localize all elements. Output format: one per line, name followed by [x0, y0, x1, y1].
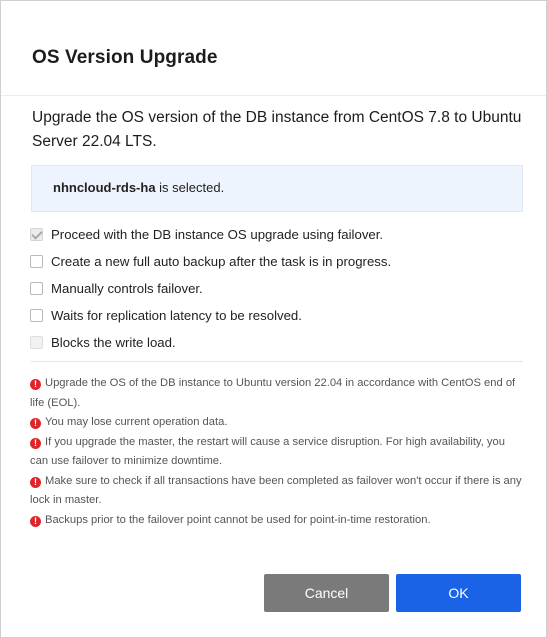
dialog-title: OS Version Upgrade	[32, 47, 218, 68]
option-label: Proceed with the DB instance OS upgrade …	[51, 227, 384, 242]
option-failover-upgrade: Proceed with the DB instance OS upgrade …	[30, 221, 522, 248]
warning-text: Upgrade the OS of the DB instance to Ubu…	[30, 377, 516, 409]
os-upgrade-dialog: OS Version Upgrade Upgrade the OS versio…	[0, 0, 547, 638]
full-backup-checkbox[interactable]	[30, 255, 43, 268]
option-full-backup[interactable]: Create a new full auto backup after the …	[30, 248, 522, 275]
manual-failover-checkbox[interactable]	[30, 282, 43, 295]
exclamation-circle-icon: !	[30, 515, 41, 527]
selection-info-box: nhncloud-rds-ha is selected.	[31, 165, 523, 212]
selection-suffix: is selected.	[155, 180, 225, 195]
replication-latency-checkbox[interactable]	[30, 309, 43, 322]
option-block-write-load: Blocks the write load.	[30, 329, 522, 356]
dialog-description: Upgrade the OS version of the DB instanc…	[32, 109, 522, 150]
exclamation-circle-icon: !	[30, 437, 41, 449]
warning-item: ! Upgrade the OS of the DB instance to Ub…	[30, 374, 525, 413]
block-write-load-checkbox	[30, 336, 43, 349]
ok-button[interactable]: OK	[396, 574, 521, 612]
exclamation-circle-icon: !	[30, 379, 41, 390]
title-divider	[1, 95, 546, 96]
option-manual-failover[interactable]: Manually controls failover.	[30, 275, 522, 302]
selected-instance-name: nhncloud-rds-ha	[53, 180, 156, 195]
warning-item: ! If you upgrade the master, the restart …	[30, 433, 525, 472]
warning-text: If you upgrade the master, the restart w…	[30, 435, 505, 468]
option-label[interactable]: Create a new full auto backup after the …	[51, 254, 391, 269]
failover-upgrade-checkbox	[30, 228, 43, 241]
warning-item: ! Make sure to check if all transactions …	[30, 472, 525, 511]
exclamation-circle-icon: !	[30, 476, 41, 488]
section-divider	[31, 361, 523, 362]
cancel-button[interactable]: Cancel	[264, 574, 389, 612]
option-label: Blocks the write load.	[51, 335, 176, 350]
option-replication-latency[interactable]: Waits for replication latency to be reso…	[30, 302, 522, 329]
warning-item: ! You may lose current operation data.	[30, 413, 525, 433]
warning-list: ! Upgrade the OS of the DB instance to Ub…	[30, 374, 525, 530]
warning-text: Backups prior to the failover point cann…	[45, 513, 431, 526]
warning-text: Make sure to check if all transactions h…	[30, 474, 522, 507]
warning-item: ! Backups prior to the failover point can…	[30, 511, 525, 531]
upgrade-options-list: Proceed with the DB instance OS upgrade …	[30, 221, 522, 356]
option-label[interactable]: Waits for replication latency to be reso…	[51, 308, 302, 323]
warning-text: You may lose current operation data.	[45, 416, 228, 428]
option-label[interactable]: Manually controls failover.	[51, 281, 203, 296]
exclamation-circle-icon: !	[30, 418, 41, 429]
